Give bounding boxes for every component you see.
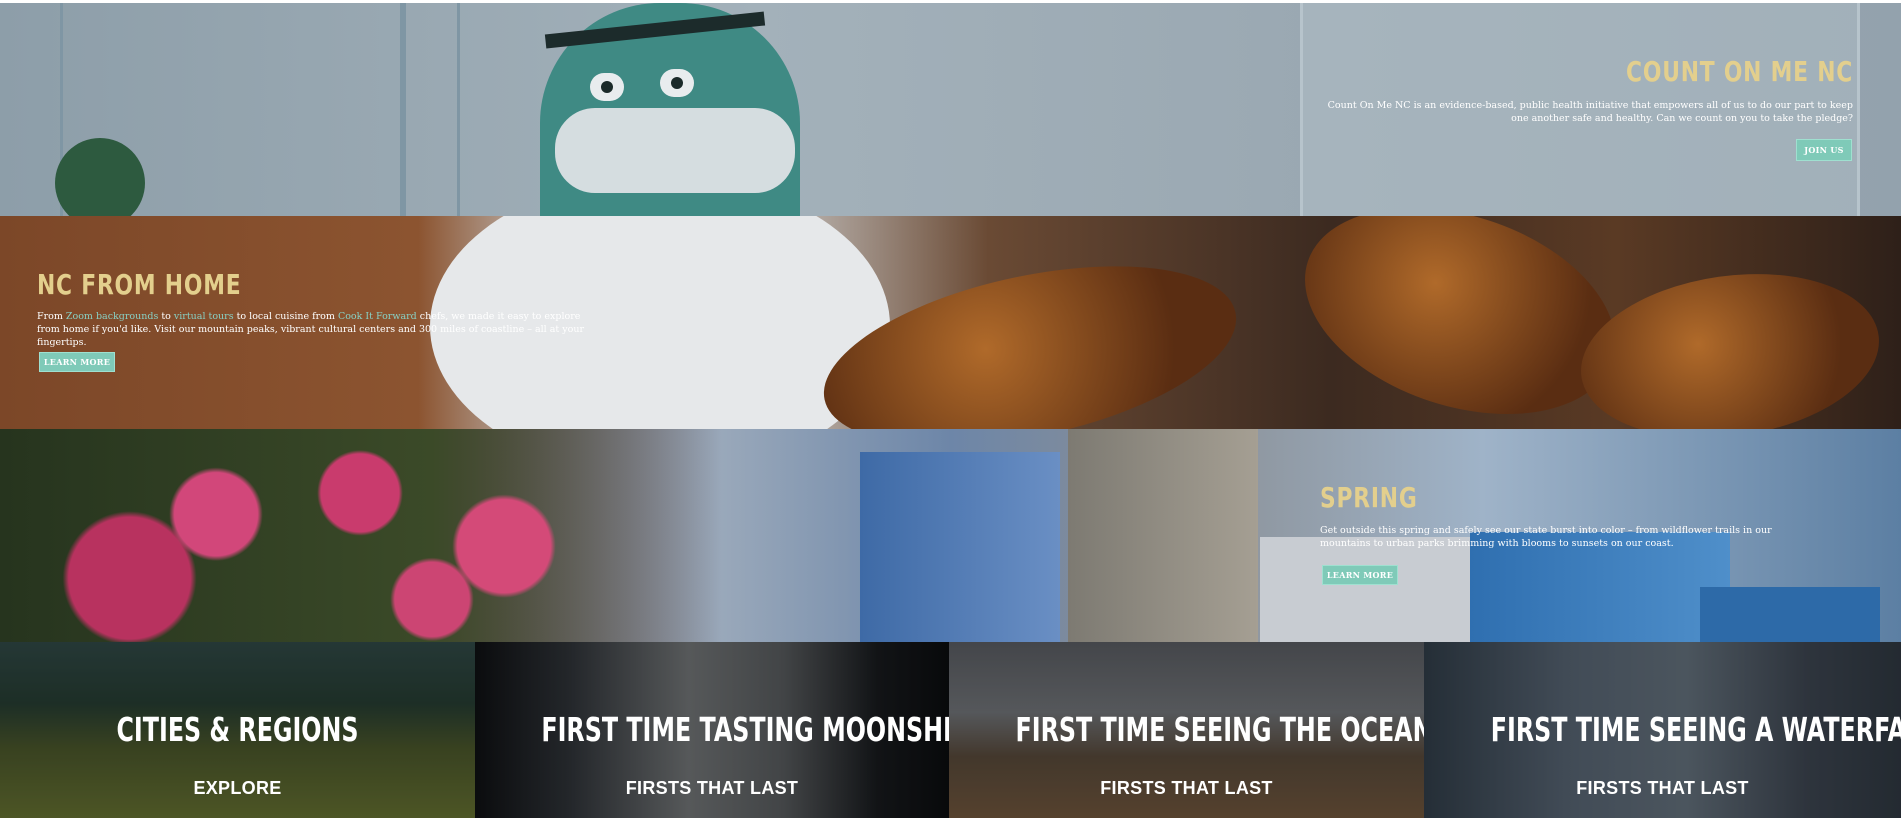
join-us-button[interactable]: JOIN US (1796, 139, 1852, 161)
image-building (1068, 429, 1258, 642)
promo-count-on-me: COUNT ON ME NC Count On Me NC is an evid… (0, 3, 1901, 216)
image-building (1700, 587, 1880, 642)
tile-subtitle: FIRSTS THAT LAST (1576, 778, 1749, 798)
tile-subtitle: FIRSTS THAT LAST (1100, 778, 1273, 798)
tile-moonshine[interactable]: FIRST TIME TASTING MOONSHINE FIRSTS THAT… (475, 642, 949, 818)
image-chicken-wing (1570, 255, 1890, 429)
learn-more-button[interactable]: LEARN MORE (39, 352, 115, 372)
promo-description: From Zoom backgrounds to virtual tours t… (37, 311, 584, 348)
tile-waterfall[interactable]: FIRST TIME SEEING A WATERFALL FIRSTS THA… (1424, 642, 1901, 818)
tile-title: FIRST TIME SEEING THE OCEAN (1015, 710, 1425, 749)
promo-spring: SPRING Get outside this spring and safel… (0, 429, 1901, 642)
illustration-line (400, 3, 406, 216)
illustration-mascot-eye (590, 73, 624, 101)
tile-title: CITIES & REGIONS (116, 710, 359, 749)
virtual-tours-link[interactable]: virtual tours (174, 311, 234, 322)
promo-title: SPRING (1320, 481, 1418, 514)
tile-ocean[interactable]: FIRST TIME SEEING THE OCEAN FIRSTS THAT … (949, 642, 1424, 818)
image-building (860, 452, 1060, 642)
promo-nc-from-home: NC FROM HOME From Zoom backgrounds to vi… (0, 216, 1901, 429)
cook-it-forward-link[interactable]: Cook It Forward (338, 311, 417, 322)
tile-title: FIRST TIME TASTING MOONSHINE (541, 710, 949, 749)
promo-description: Count On Me NC is an evidence-based, pub… (1327, 100, 1853, 124)
promo-title: NC FROM HOME (37, 268, 242, 301)
tile-subtitle: FIRSTS THAT LAST (625, 778, 799, 798)
promo-description: Get outside this spring and safely see o… (1320, 525, 1772, 549)
promo-title: COUNT ON ME NC (1625, 55, 1853, 88)
image-crape-myrtle-flowers (0, 429, 720, 642)
image-chicken-wing (1278, 216, 1642, 429)
tile-title: FIRST TIME SEEING A WATERFALL (1490, 710, 1901, 749)
tile-cities-regions[interactable]: CITIES & REGIONS EXPLORE (0, 642, 475, 818)
image-chicken-wing (807, 234, 1253, 429)
learn-more-button[interactable]: LEARN MORE (1322, 565, 1398, 585)
tile-subtitle: EXPLORE (193, 778, 282, 798)
feature-tiles: CITIES & REGIONS EXPLORE FIRST TIME TAST… (0, 642, 1901, 818)
illustration-mascot-eye (660, 69, 694, 97)
image-building (1260, 537, 1480, 642)
illustration-face-mask (555, 108, 795, 193)
zoom-backgrounds-link[interactable]: Zoom backgrounds (66, 311, 158, 322)
